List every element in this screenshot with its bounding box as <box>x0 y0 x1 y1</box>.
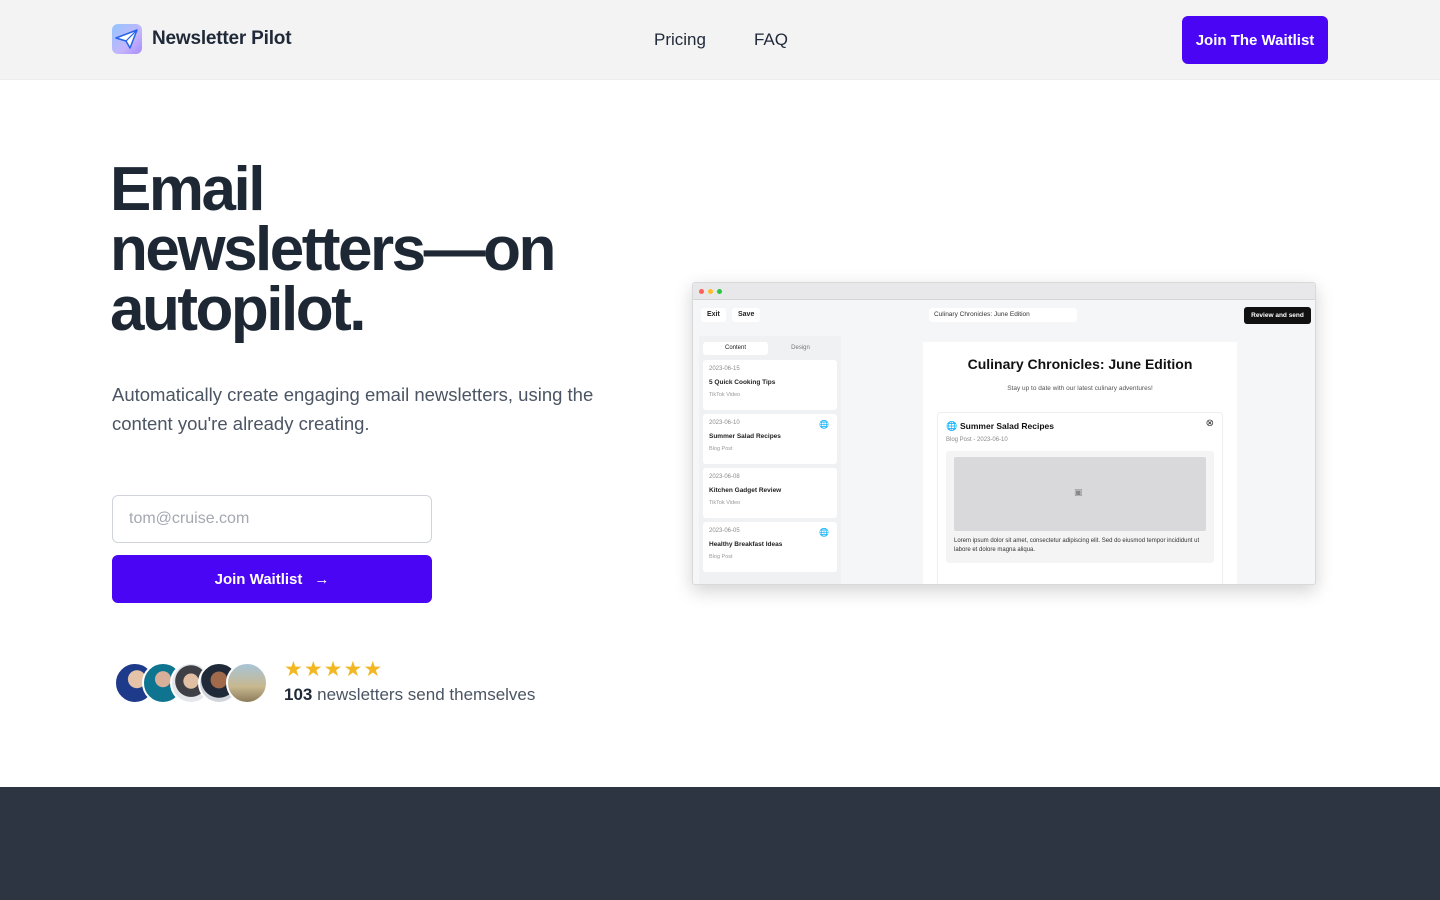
content-item-date: 2023-06-15 <box>709 366 740 372</box>
join-the-waitlist-button[interactable]: Join The Waitlist <box>1182 16 1328 64</box>
tab-content: Content <box>703 342 768 355</box>
globe-icon: 🌐 <box>819 528 829 537</box>
brand-name: Newsletter Pilot <box>152 28 292 49</box>
star-icon: ★ <box>363 658 383 681</box>
image-placeholder: ▣ <box>954 457 1206 531</box>
arrow-right-icon: → <box>314 570 330 588</box>
main-nav: Pricing FAQ <box>654 30 788 50</box>
editor-toolbar: Exit Save Culinary Chronicles: June Edit… <box>693 300 1315 330</box>
newsletter-title-field: Culinary Chronicles: June Edition <box>929 308 1077 322</box>
avatar-stack <box>114 662 274 704</box>
window-titlebar <box>693 283 1315 300</box>
content-item: 2023-06-10 🌐 Summer Salad Recipes Blog P… <box>703 414 837 464</box>
content-item-title: 5 Quick Cooking Tips <box>709 379 776 386</box>
newsletter-content-card: 🌐 Summer Salad Recipes Blog Post - 2023-… <box>937 412 1223 584</box>
review-and-send-button: Review and send <box>1244 307 1311 324</box>
content-item-date: 2023-06-08 <box>709 474 740 480</box>
email-input[interactable] <box>112 495 432 543</box>
maximize-dot-icon <box>717 288 722 294</box>
site-header: Newsletter Pilot Pricing FAQ Join The Wa… <box>0 0 1440 80</box>
star-icon: ★ <box>343 658 363 681</box>
star-rating: ★ ★ ★ ★ ★ <box>284 659 382 681</box>
star-icon: ★ <box>284 658 303 681</box>
newsletter-title: Culinary Chronicles: June Edition <box>967 356 1193 372</box>
content-card-meta: Blog Post - 2023-06-10 <box>946 437 1008 443</box>
content-item-type: TikTok Video <box>709 392 741 398</box>
social-proof-label: newsletters send themselves <box>317 685 536 704</box>
hero-title-line: Email <box>110 155 265 224</box>
content-item-type: Blog Post <box>709 554 733 560</box>
brand[interactable]: Newsletter Pilot <box>112 24 292 54</box>
globe-icon: 🌐 <box>819 420 829 429</box>
save-button: Save <box>732 308 761 322</box>
tab-design: Design <box>791 345 810 351</box>
hero-title-line: autopilot. <box>110 275 366 344</box>
newsletter-preview: Culinary Chronicles: June Edition Stay u… <box>923 342 1237 584</box>
social-proof-text: 103 newsletters send themselves <box>284 685 535 705</box>
content-item-date: 2023-06-10 <box>709 420 740 426</box>
close-dot-icon <box>699 288 704 294</box>
newsletter-subtitle: Stay up to date with our latest culinary… <box>1007 385 1153 392</box>
hero-subtitle: Automatically create engaging email news… <box>112 384 594 434</box>
remove-circle-icon: ⊗ <box>1205 418 1214 429</box>
join-waitlist-button[interactable]: Join Waitlist → <box>112 555 432 603</box>
nav-link-pricing[interactable]: Pricing <box>654 30 706 50</box>
content-item-date: 2023-06-05 <box>709 528 740 534</box>
content-item-title: Summer Salad Recipes <box>709 433 781 440</box>
app-preview: Exit Save Culinary Chronicles: June Edit… <box>692 282 1316 585</box>
star-icon: ★ <box>303 658 323 681</box>
exit-button: Exit <box>701 308 726 322</box>
sidebar-tabs: Content Design <box>703 342 833 355</box>
paper-plane-logo-icon <box>112 24 142 54</box>
hero-title: Email newsletters—on autopilot. <box>110 155 630 344</box>
content-sidebar: Content Design 2023-06-15 5 Quick Cookin… <box>699 336 841 584</box>
hero-title-line: newsletters—on <box>110 215 556 284</box>
newsletter-count: 103 <box>284 685 313 704</box>
content-item: 2023-06-05 🌐 Healthy Breakfast Ideas Blo… <box>703 522 837 572</box>
globe-icon: 🌐 <box>946 421 958 431</box>
next-section-band <box>0 787 1440 900</box>
content-item: 2023-06-15 5 Quick Cooking Tips TikTok V… <box>703 360 837 410</box>
content-item-title: Healthy Breakfast Ideas <box>709 541 783 548</box>
content-card-title: Summer Salad Recipes <box>960 421 1055 431</box>
avatar <box>226 662 268 704</box>
nav-link-faq[interactable]: FAQ <box>754 30 788 50</box>
join-waitlist-label: Join Waitlist <box>214 570 303 588</box>
image-icon: ▣ <box>1074 487 1083 497</box>
content-item-title: Kitchen Gadget Review <box>709 487 782 494</box>
content-card-body: ▣ Lorem ipsum dolor sit amet, consectetu… <box>946 451 1214 563</box>
content-item: 2023-06-08 Kitchen Gadget Review TikTok … <box>703 468 837 518</box>
content-item-type: Blog Post <box>709 446 733 452</box>
star-icon: ★ <box>323 658 343 681</box>
content-card-text: Lorem ipsum dolor sit amet, consectetur … <box>954 538 1200 553</box>
minimize-dot-icon <box>708 288 713 294</box>
content-item-type: TikTok Video <box>709 500 741 506</box>
